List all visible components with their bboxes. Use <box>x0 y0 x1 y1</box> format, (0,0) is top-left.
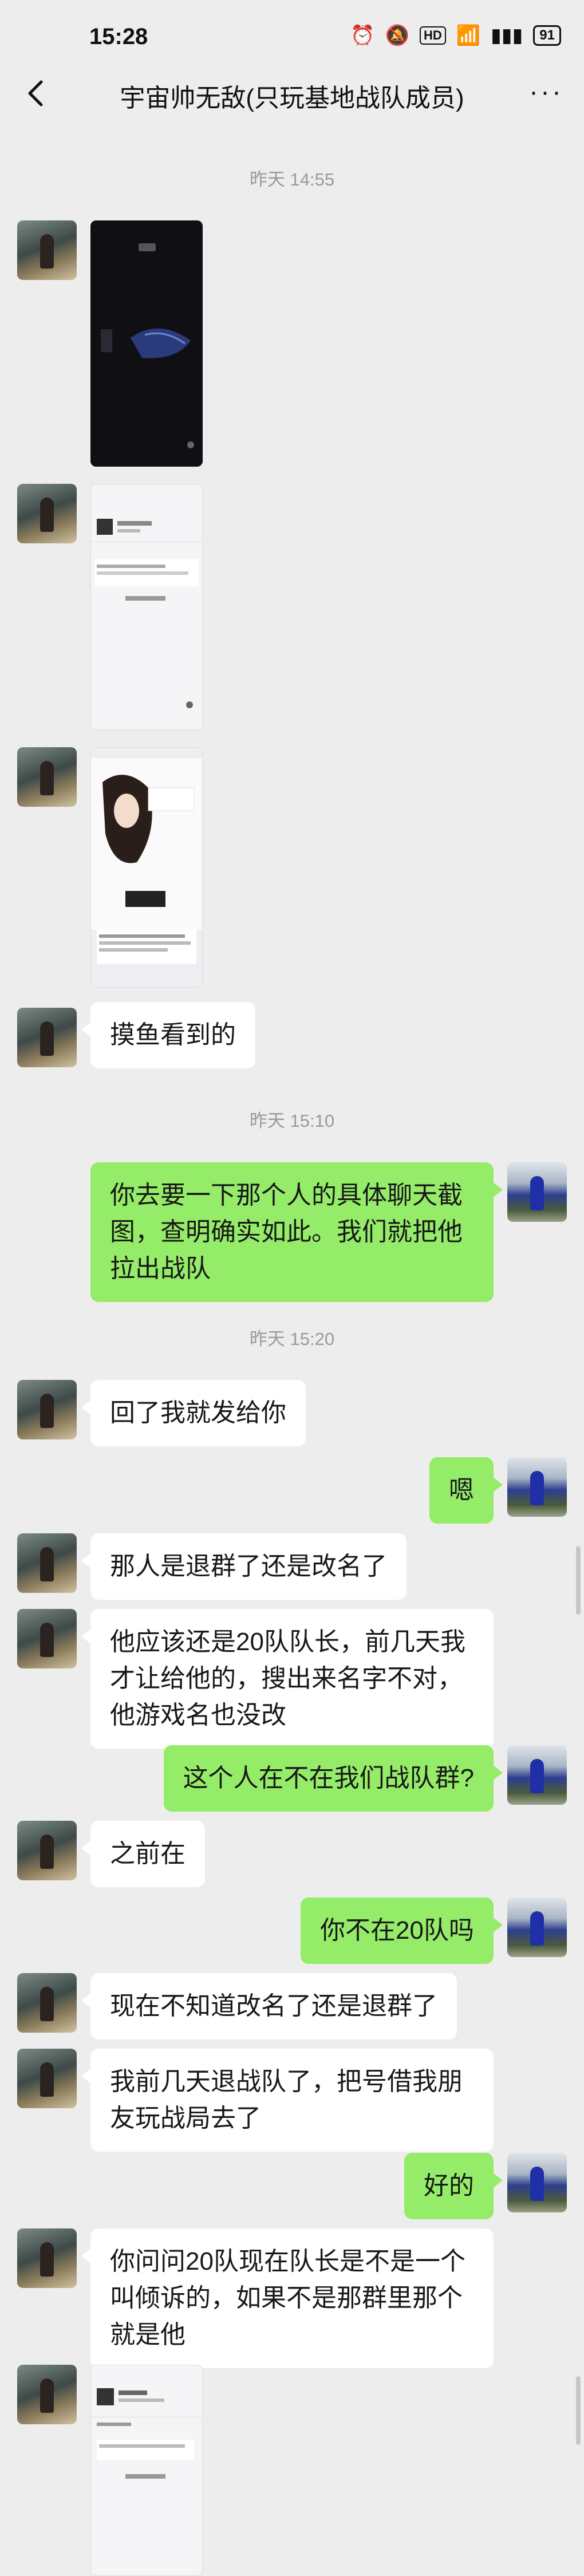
timestamp: 昨天 15:10 <box>249 1111 335 1131</box>
message-bubble[interactable]: 我前几天退战队了，把号借我朋友玩战局去了 <box>81 2049 494 2152</box>
message-bubble[interactable]: 现在不知道改名了还是退群了 <box>81 1973 457 2040</box>
avatar[interactable] <box>17 1380 77 1439</box>
chat-header: 宇宙帅无敌(只玩基地战队成员) ··· <box>0 66 584 123</box>
avatar[interactable] <box>17 2365 77 2424</box>
mute-icon: 🔕 <box>385 25 410 46</box>
avatar[interactable] <box>17 2228 77 2288</box>
battery-icon: 91 <box>533 25 561 46</box>
back-icon[interactable] <box>19 76 54 111</box>
avatar[interactable] <box>17 2049 77 2108</box>
avatar[interactable] <box>17 484 77 543</box>
message-bubble[interactable]: 摸鱼看到的 <box>81 1002 255 1068</box>
message-bubble[interactable]: 好的 <box>404 2153 503 2219</box>
avatar[interactable] <box>17 1609 77 1668</box>
image-thumbnail-icon <box>91 748 202 987</box>
avatar[interactable] <box>17 1973 77 2033</box>
image-message[interactable] <box>90 220 203 467</box>
image-message[interactable] <box>90 2365 203 2576</box>
message-bubble[interactable]: 这个人在不在我们战队群? <box>163 1745 503 1812</box>
image-message[interactable] <box>90 747 203 988</box>
hd-icon: HD <box>420 26 446 45</box>
image-thumbnail-icon <box>91 2365 202 2575</box>
status-bar: 15:28 ⏰ 🔕 HD 📶 ▮▮▮ 91 <box>0 0 584 74</box>
avatar[interactable] <box>507 2153 567 2212</box>
avatar[interactable] <box>507 1162 567 1222</box>
message-bubble[interactable]: 那人是退群了还是改名了 <box>81 1533 407 1600</box>
message-bubble[interactable]: 你去要一下那个人的具体聊天截图，查明确实如此。我们就把他拉出战队 <box>90 1162 503 1302</box>
message-bubble[interactable]: 你不在20队吗 <box>301 1898 503 1964</box>
chat-title: 宇宙帅无敌(只玩基地战队成员) <box>120 84 464 112</box>
message-bubble[interactable]: 你问问20队现在队长是不是一个叫倾诉的，如果不是那群里那个就是他 <box>81 2228 494 2368</box>
avatar[interactable] <box>507 1898 567 1957</box>
message-bubble[interactable]: 回了我就发给你 <box>81 1380 306 1446</box>
message-bubble[interactable]: 嗯 <box>429 1457 503 1524</box>
scrollbar[interactable] <box>576 2376 581 2445</box>
alarm-icon: ⏰ <box>350 25 375 46</box>
message-bubble[interactable]: 他应该还是20队队长，前几天我才让给他的，搜出来名字不对，他游戏名也没改 <box>81 1609 494 1749</box>
image-thumbnail-icon <box>91 484 202 729</box>
avatar[interactable] <box>507 1457 567 1517</box>
avatar[interactable] <box>17 747 77 807</box>
image-thumbnail-icon <box>90 220 203 467</box>
avatar[interactable] <box>507 1745 567 1805</box>
message-bubble[interactable]: 之前在 <box>81 1821 205 1887</box>
avatar[interactable] <box>17 1821 77 1880</box>
avatar[interactable] <box>17 1533 77 1593</box>
signal-icon: ▮▮▮ <box>491 25 523 46</box>
status-icons: ⏰ 🔕 HD 📶 ▮▮▮ 91 <box>350 24 561 47</box>
timestamp: 昨天 15:20 <box>249 1329 335 1349</box>
image-message[interactable] <box>90 484 203 730</box>
scrollbar[interactable] <box>576 1546 581 1615</box>
avatar[interactable] <box>17 1008 77 1067</box>
more-options-icon[interactable]: ··· <box>529 78 563 106</box>
timestamp: 昨天 14:55 <box>249 169 335 190</box>
avatar[interactable] <box>17 220 77 280</box>
status-time: 15:28 <box>89 24 148 49</box>
wifi-icon: 📶 <box>456 25 481 46</box>
